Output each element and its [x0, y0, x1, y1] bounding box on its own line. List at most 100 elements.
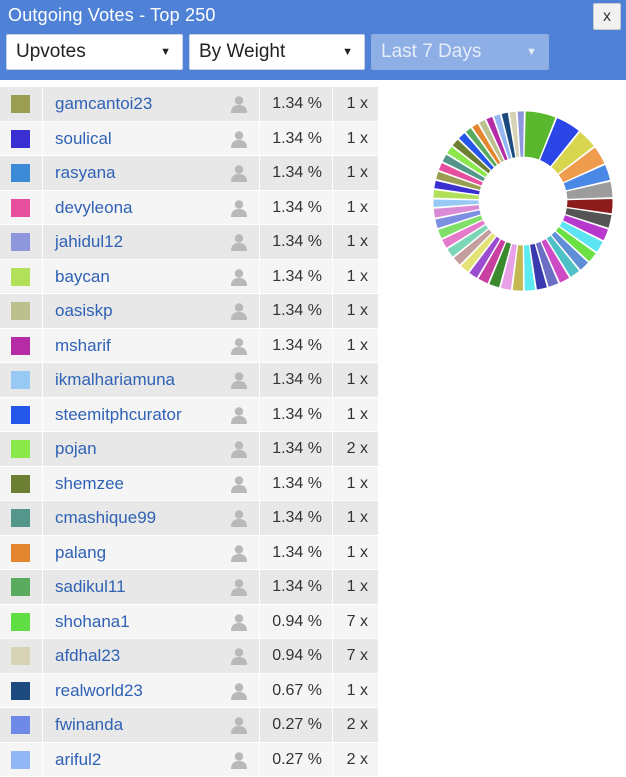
- table-row: pojan 1.34 % 2 x: [0, 432, 380, 466]
- color-swatch: [11, 267, 30, 286]
- vote-percent: 1.34 %: [272, 267, 322, 285]
- count-cell: 1 x: [333, 225, 378, 259]
- username-link[interactable]: palang: [55, 536, 106, 569]
- vote-count: 1 x: [346, 509, 368, 526]
- user-profile-icon[interactable]: [230, 199, 248, 217]
- username-link[interactable]: afdhal23: [55, 639, 120, 672]
- color-swatch: [11, 612, 30, 631]
- username-link[interactable]: baycan: [55, 260, 110, 293]
- vote-percent: 1.34 %: [272, 509, 322, 526]
- sort-by-value: By Weight: [199, 41, 286, 62]
- color-cell: [0, 87, 42, 121]
- percent-cell: 1.34 %: [260, 535, 332, 569]
- user-cell: pojan: [43, 432, 259, 466]
- username-link[interactable]: msharif: [55, 329, 111, 362]
- user-cell: ikmalhariamuna: [43, 363, 259, 397]
- username-link[interactable]: shohana1: [55, 605, 130, 638]
- table-row: realworld23 0.67 % 1 x: [0, 673, 380, 707]
- color-swatch: [11, 336, 30, 355]
- username-link[interactable]: ariful2: [55, 743, 101, 776]
- color-cell: [0, 190, 42, 224]
- count-cell: 1 x: [333, 328, 378, 362]
- username-link[interactable]: steemitphcurator: [55, 398, 182, 431]
- percent-cell: 1.34 %: [260, 397, 332, 431]
- vote-percent: 0.67 %: [272, 681, 322, 699]
- username-link[interactable]: fwinanda: [55, 708, 123, 741]
- user-cell: oasiskp: [43, 294, 259, 328]
- username-link[interactable]: oasiskp: [55, 294, 113, 327]
- user-cell: fwinanda: [43, 708, 259, 742]
- vote-count: 1 x: [346, 336, 368, 354]
- username-link[interactable]: realworld23: [55, 674, 143, 707]
- user-profile-icon[interactable]: [230, 268, 248, 286]
- color-cell: [0, 604, 42, 638]
- count-cell: 1 x: [333, 570, 378, 604]
- user-profile-icon[interactable]: [230, 613, 248, 631]
- user-cell: shohana1: [43, 604, 259, 638]
- table-row: cmashique99 1.34 % 1 x: [0, 501, 380, 535]
- color-swatch: [11, 509, 30, 527]
- user-profile-icon[interactable]: [230, 716, 248, 734]
- username-link[interactable]: devyleona: [55, 191, 133, 224]
- user-profile-icon[interactable]: [230, 544, 248, 562]
- user-cell: ariful2: [43, 742, 259, 776]
- percent-cell: 1.34 %: [260, 466, 332, 500]
- user-profile-icon[interactable]: [230, 406, 248, 424]
- user-cell: steemitphcurator: [43, 397, 259, 431]
- vote-percent: 1.34 %: [272, 233, 322, 250]
- color-cell: [0, 708, 42, 742]
- username-link[interactable]: ikmalhariamuna: [55, 363, 175, 396]
- user-profile-icon[interactable]: [230, 130, 248, 148]
- vote-type-select[interactable]: Upvotes ▼: [6, 34, 183, 70]
- user-profile-icon[interactable]: [230, 164, 248, 182]
- count-cell: 1 x: [333, 466, 378, 500]
- count-cell: 2 x: [333, 708, 378, 742]
- table-row: ikmalhariamuna 1.34 % 1 x: [0, 363, 380, 397]
- percent-cell: 1.34 %: [260, 328, 332, 362]
- sort-by-select[interactable]: By Weight ▼: [189, 34, 365, 70]
- user-cell: gamcantoi23: [43, 87, 259, 121]
- username-link[interactable]: cmashique99: [55, 501, 156, 534]
- table-row: jahidul12 1.34 % 1 x: [0, 225, 380, 259]
- vote-count: 2 x: [346, 440, 368, 457]
- percent-cell: 1.34 %: [260, 432, 332, 466]
- user-profile-icon[interactable]: [230, 440, 248, 458]
- username-link[interactable]: gamcantoi23: [55, 87, 152, 120]
- user-profile-icon[interactable]: [230, 509, 248, 527]
- percent-cell: 0.67 %: [260, 673, 332, 707]
- username-link[interactable]: shemzee: [55, 467, 124, 500]
- color-swatch: [11, 440, 30, 458]
- user-profile-icon[interactable]: [230, 647, 248, 665]
- count-cell: 7 x: [333, 604, 378, 638]
- user-cell: msharif: [43, 328, 259, 362]
- vote-count: 1 x: [346, 474, 368, 492]
- percent-cell: 1.34 %: [260, 225, 332, 259]
- color-cell: [0, 742, 42, 776]
- user-profile-icon[interactable]: [230, 95, 248, 113]
- vote-count: 7 x: [346, 612, 368, 630]
- count-cell: 1 x: [333, 673, 378, 707]
- user-profile-icon[interactable]: [230, 371, 248, 389]
- table-row: gamcantoi23 1.34 % 1 x: [0, 87, 380, 121]
- vote-percent: 1.34 %: [272, 543, 322, 561]
- user-profile-icon[interactable]: [230, 233, 248, 251]
- percent-cell: 1.34 %: [260, 570, 332, 604]
- username-link[interactable]: rasyana: [55, 156, 115, 189]
- username-link[interactable]: soulical: [55, 122, 112, 155]
- vote-count: 1 x: [346, 164, 368, 181]
- user-profile-icon[interactable]: [230, 578, 248, 596]
- vote-percent: 1.34 %: [272, 371, 322, 388]
- percent-cell: 1.34 %: [260, 156, 332, 190]
- color-cell: [0, 466, 42, 500]
- user-profile-icon[interactable]: [230, 302, 248, 320]
- vote-count: 1 x: [346, 95, 368, 112]
- user-profile-icon[interactable]: [230, 682, 248, 700]
- username-link[interactable]: pojan: [55, 432, 97, 465]
- close-button[interactable]: x: [593, 3, 621, 30]
- user-profile-icon[interactable]: [230, 475, 248, 493]
- username-link[interactable]: jahidul12: [55, 225, 123, 258]
- vote-percent: 1.34 %: [272, 440, 322, 457]
- username-link[interactable]: sadikul11: [55, 570, 126, 603]
- user-profile-icon[interactable]: [230, 751, 248, 769]
- user-profile-icon[interactable]: [230, 337, 248, 355]
